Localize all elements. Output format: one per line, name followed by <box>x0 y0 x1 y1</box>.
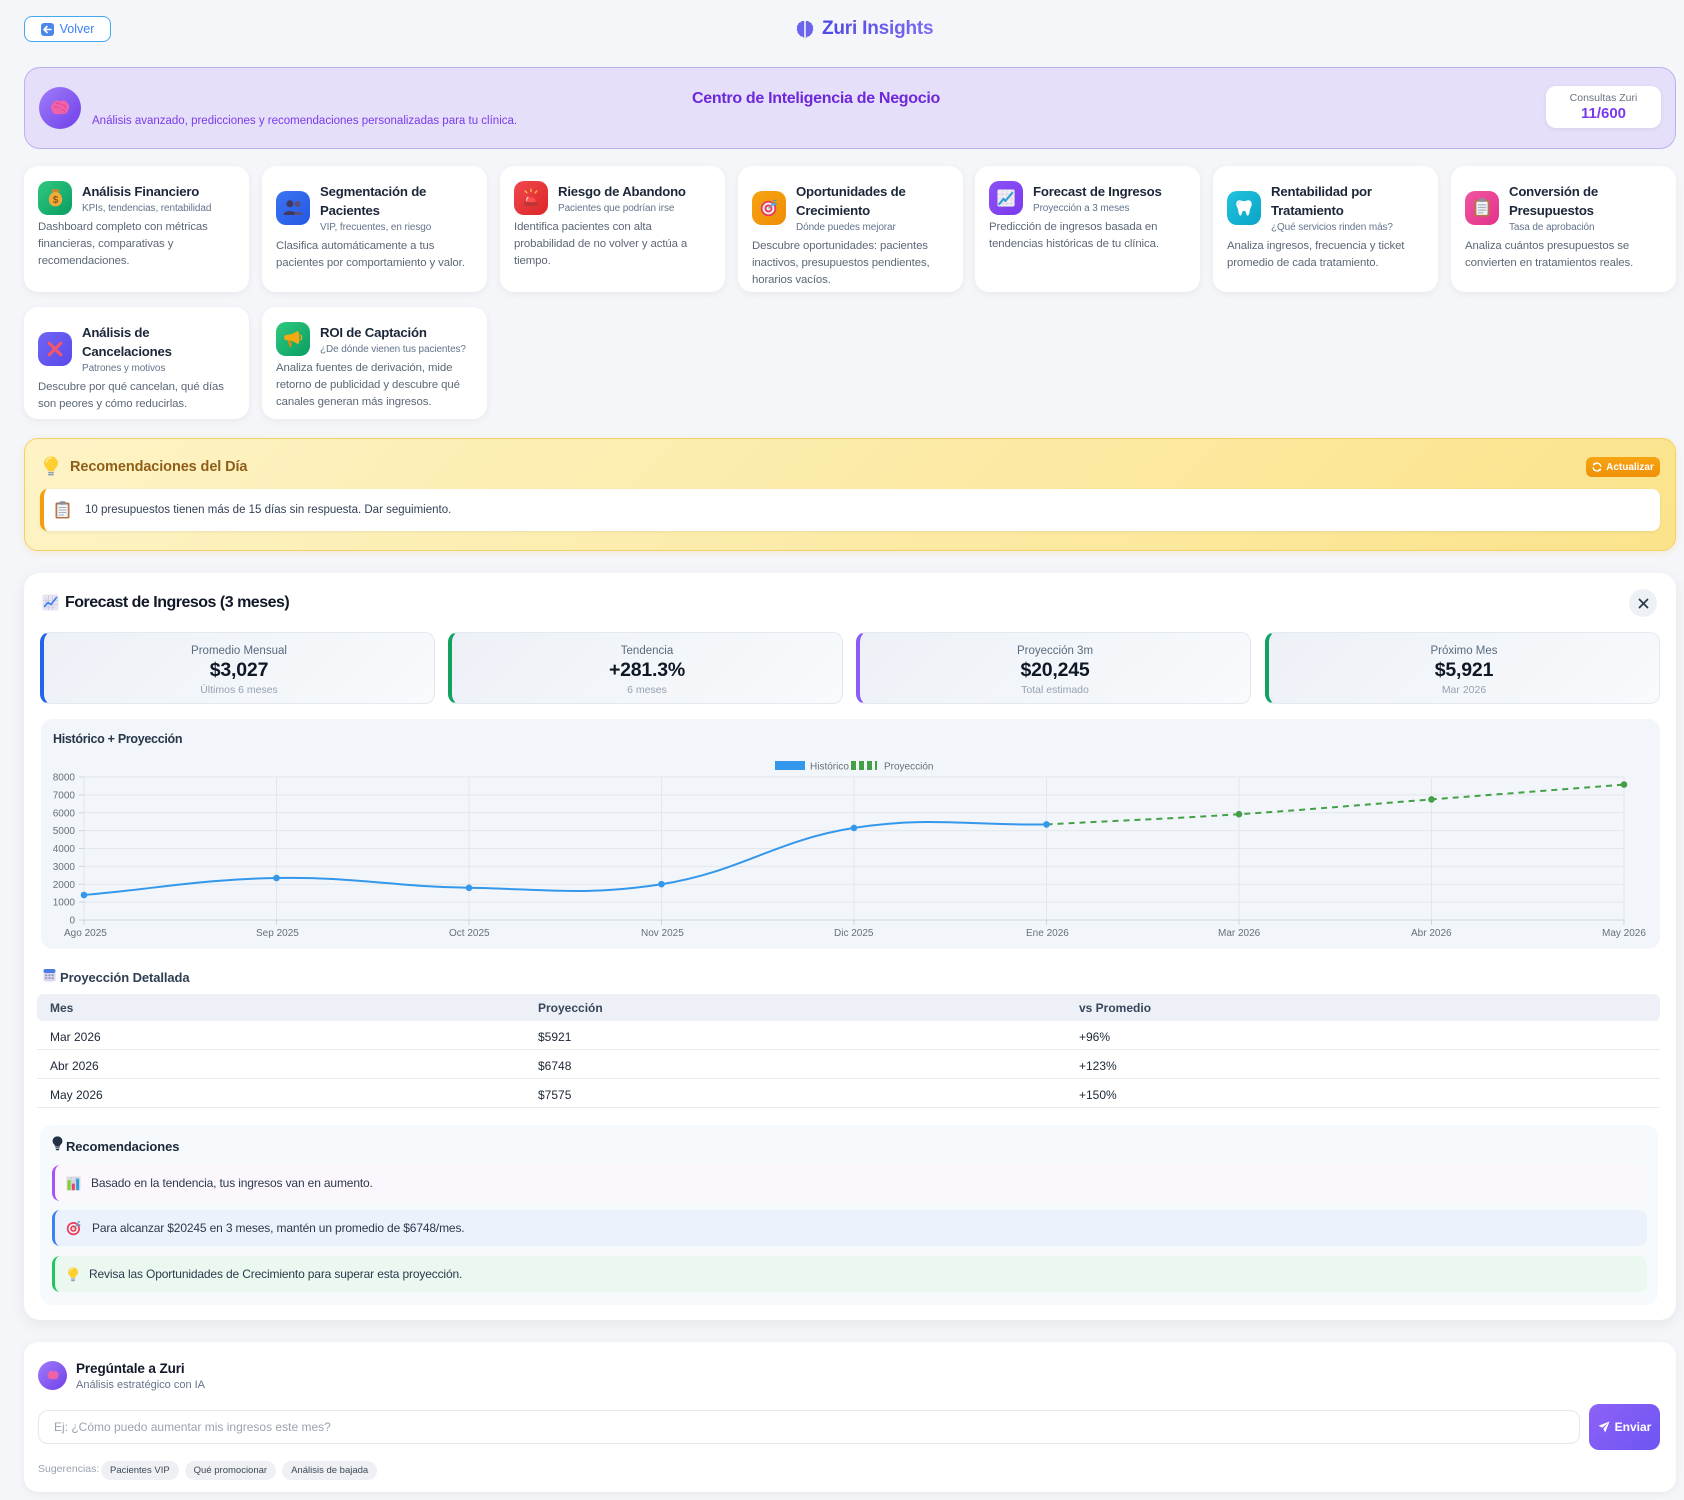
svg-text:6000: 6000 <box>53 808 76 819</box>
svg-text:Mar 2026: Mar 2026 <box>1218 928 1261 939</box>
svg-text:Proyección: Proyección <box>884 762 933 773</box>
svg-text:2000: 2000 <box>53 880 76 891</box>
svg-text:Abr 2026: Abr 2026 <box>1411 928 1452 939</box>
svg-text:7000: 7000 <box>53 790 76 801</box>
svg-text:Oct 2025: Oct 2025 <box>449 928 490 939</box>
svg-text:5000: 5000 <box>53 826 76 837</box>
svg-text:3000: 3000 <box>53 862 76 873</box>
svg-text:Histórico: Histórico <box>810 762 849 773</box>
svg-text:0: 0 <box>69 916 75 927</box>
svg-text:Dic 2025: Dic 2025 <box>834 928 874 939</box>
svg-text:Nov 2025: Nov 2025 <box>641 928 684 939</box>
svg-text:4000: 4000 <box>53 844 76 855</box>
svg-text:8000: 8000 <box>53 773 76 784</box>
svg-text:Sep 2025: Sep 2025 <box>256 928 299 939</box>
svg-text:May 2026: May 2026 <box>1602 928 1646 939</box>
svg-text:$: $ <box>52 194 58 205</box>
svg-text:Histórico + Proyección: Histórico + Proyección <box>53 732 182 746</box>
svg-text:Ago 2025: Ago 2025 <box>64 928 107 939</box>
svg-text:Ene 2026: Ene 2026 <box>1026 928 1069 939</box>
svg-text:1000: 1000 <box>53 898 76 909</box>
